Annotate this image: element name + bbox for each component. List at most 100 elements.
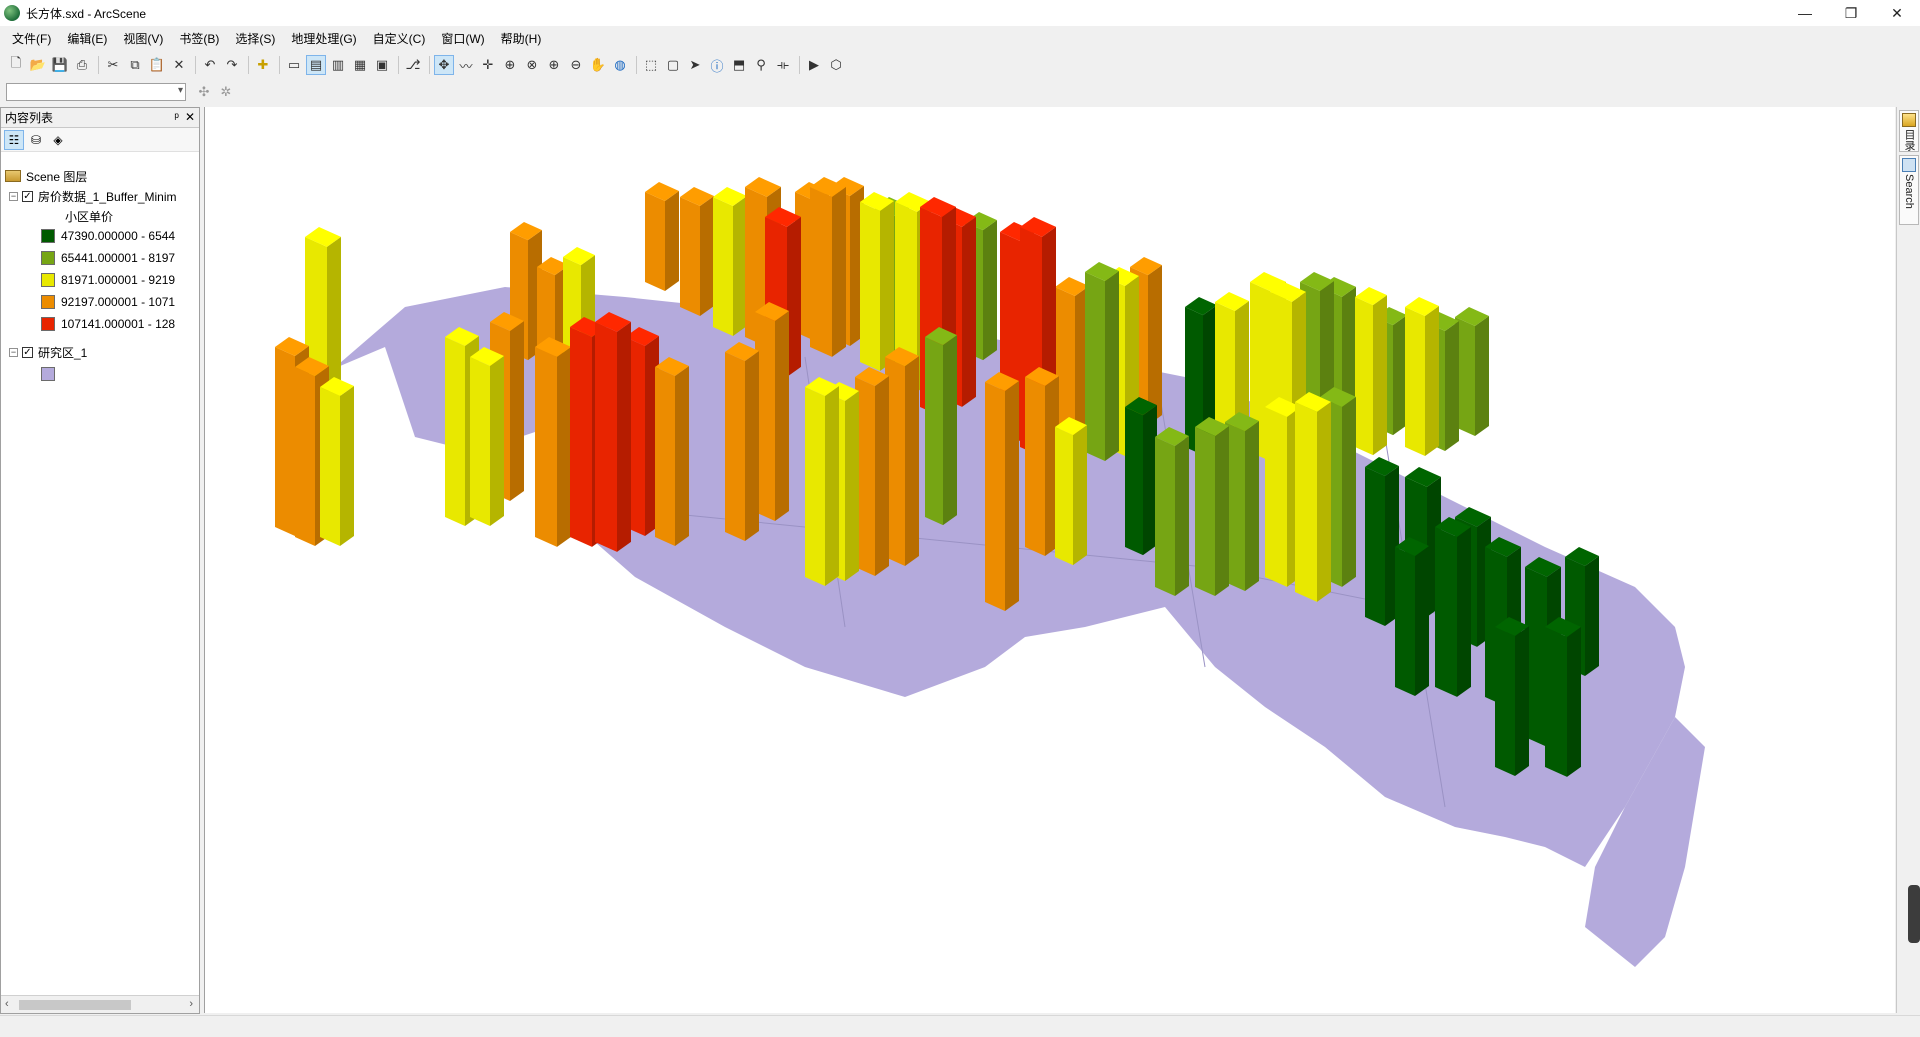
layer1-row[interactable]: − ✓ 房价数据_1_Buffer_Minim bbox=[9, 186, 205, 206]
redo-icon[interactable]: ↷ bbox=[222, 55, 242, 75]
close-icon[interactable]: ✕ bbox=[185, 110, 195, 124]
fly-icon[interactable]: 〰 bbox=[456, 55, 476, 75]
toc-horizontal-scrollbar[interactable]: ‹ › bbox=[1, 995, 199, 1013]
pin-icon[interactable]: ᵖ bbox=[174, 110, 179, 124]
price-prism-front bbox=[645, 192, 665, 291]
save-icon[interactable]: 💾 bbox=[50, 55, 70, 75]
toolbar-separator bbox=[636, 56, 637, 74]
layer2-checkbox[interactable]: ✓ bbox=[22, 346, 33, 358]
legend-class-label: 107141.000001 - 128 bbox=[61, 317, 176, 331]
pan-icon[interactable]: ✋ bbox=[588, 55, 608, 75]
full-extent-icon[interactable]: ◍ bbox=[610, 55, 630, 75]
model-builder-icon[interactable]: ⎇ bbox=[403, 55, 423, 75]
menu-edit[interactable]: 编辑(E) bbox=[59, 28, 115, 49]
navigate-icon[interactable]: ✥ bbox=[434, 55, 454, 75]
identify-icon[interactable]: ⓘ bbox=[707, 55, 727, 75]
price-prism-front bbox=[1085, 272, 1105, 461]
paste-icon[interactable]: 📋 bbox=[147, 55, 167, 75]
scroll-handle[interactable] bbox=[1908, 885, 1920, 943]
add-data-icon[interactable]: ✚ bbox=[253, 55, 273, 75]
price-prism-front bbox=[295, 367, 315, 546]
menu-file[interactable]: 文件(F) bbox=[4, 28, 59, 49]
menu-windows[interactable]: 窗口(W) bbox=[433, 28, 492, 49]
list-by-drawing-order-icon[interactable]: ☷ bbox=[4, 129, 24, 150]
new-document-icon[interactable]: 🗋 bbox=[6, 55, 26, 75]
scroll-thumb[interactable] bbox=[19, 1000, 131, 1010]
price-prism-front bbox=[1435, 527, 1457, 697]
set-observer-icon[interactable]: ⊗ bbox=[522, 55, 542, 75]
measure-icon[interactable]: ⟛ bbox=[773, 55, 793, 75]
lighting-icon[interactable]: ✲ bbox=[216, 82, 236, 102]
3d-effects-toolbar: ✣ ✲ bbox=[0, 80, 260, 104]
price-prism-side bbox=[1475, 316, 1489, 436]
search-tab[interactable]: Search bbox=[1899, 155, 1919, 225]
legend-swatch[interactable] bbox=[41, 251, 55, 265]
legend-swatch[interactable] bbox=[41, 317, 55, 331]
layer1-checkbox[interactable]: ✓ bbox=[22, 190, 33, 202]
layer2-polygon-swatch[interactable] bbox=[41, 367, 55, 381]
standard-toolbar: 🗋 📂 💾 ⎙ ✂ ⧉ 📋 ✕ ↶ ↷ ✚ ▭ ▤ ▥ ▦ ▣ ⎇ ✥ 〰 ✛ ⊕ ⊗ ⊕ ⊖ ✋ ◍ ⬚ ▢ ➤ ⓘ ⬒ ⚲ ⟛ ▶ ⬡ bbox=[0, 52, 1920, 78]
menu-bookmarks[interactable]: 书签(B) bbox=[171, 28, 227, 49]
target-center-icon[interactable]: ✛ bbox=[478, 55, 498, 75]
price-prism-side bbox=[1567, 626, 1581, 777]
menu-geoprocessing[interactable]: 地理处理(G) bbox=[283, 28, 364, 49]
zoom-to-target-icon[interactable]: ⊕ bbox=[500, 55, 520, 75]
undo-icon[interactable]: ↶ bbox=[200, 55, 220, 75]
layer-effects-icon[interactable]: ✣ bbox=[194, 82, 214, 102]
toc-window-icon[interactable]: ▤ bbox=[306, 55, 326, 75]
restore-button[interactable]: ❐ bbox=[1828, 0, 1874, 26]
3d-effects-icon[interactable]: ⬡ bbox=[826, 55, 846, 75]
open-folder-icon[interactable]: 📂 bbox=[28, 55, 48, 75]
list-by-source-icon[interactable]: ⛁ bbox=[26, 130, 46, 150]
price-prism-front bbox=[925, 337, 943, 526]
menu-help[interactable]: 帮助(H) bbox=[493, 28, 550, 49]
price-prism-front bbox=[985, 382, 1005, 611]
toc-toolbar: ☷ ⛁ ◈ bbox=[1, 128, 199, 152]
animation-icon[interactable]: ▶ bbox=[804, 55, 824, 75]
minimize-button[interactable]: — bbox=[1782, 0, 1828, 26]
layer-select-dropdown[interactable] bbox=[6, 83, 186, 101]
legend-swatch[interactable] bbox=[41, 229, 55, 243]
price-prism-side bbox=[775, 311, 789, 521]
layer2-row[interactable]: − ✓ 研究区_1 bbox=[9, 342, 205, 362]
price-prism-side bbox=[1105, 271, 1119, 461]
menu-selection[interactable]: 选择(S) bbox=[227, 28, 283, 49]
price-prism-front bbox=[1195, 427, 1215, 596]
menu-view[interactable]: 视图(V) bbox=[115, 28, 171, 49]
zoom-out-icon[interactable]: ⊖ bbox=[566, 55, 586, 75]
collapse-icon[interactable]: − bbox=[9, 191, 18, 201]
catalog-window-icon[interactable]: ▥ bbox=[328, 55, 348, 75]
price-prism-side bbox=[787, 216, 801, 377]
legend-swatch[interactable] bbox=[41, 295, 55, 309]
menu-customize[interactable]: 自定义(C) bbox=[365, 28, 434, 49]
clear-selection-icon[interactable]: ▢ bbox=[663, 55, 683, 75]
3d-scene-canvas[interactable] bbox=[205, 107, 1895, 1013]
price-prism-side bbox=[1515, 626, 1529, 776]
print-icon[interactable]: ⎙ bbox=[72, 55, 92, 75]
scene-properties-icon[interactable]: ▭ bbox=[284, 55, 304, 75]
scene-view[interactable] bbox=[204, 107, 1895, 1013]
price-prism-side bbox=[875, 376, 889, 576]
cut-icon[interactable]: ✂ bbox=[103, 55, 123, 75]
copy-icon[interactable]: ⧉ bbox=[125, 55, 145, 75]
find-icon[interactable]: ⚲ bbox=[751, 55, 771, 75]
scene-layers-row[interactable]: Scene 图层 bbox=[5, 166, 201, 186]
collapse-icon[interactable]: − bbox=[9, 347, 18, 357]
python-window-icon[interactable]: ▣ bbox=[372, 55, 392, 75]
list-by-visibility-icon[interactable]: ◈ bbox=[48, 130, 68, 150]
select-elements-icon[interactable]: ➤ bbox=[685, 55, 705, 75]
scroll-right-icon[interactable]: › bbox=[189, 998, 193, 1010]
price-prism-front bbox=[595, 322, 617, 552]
price-prism-side bbox=[700, 196, 714, 316]
close-button[interactable]: ✕ bbox=[1874, 0, 1920, 26]
price-prism-front bbox=[1125, 407, 1143, 556]
legend-swatch[interactable] bbox=[41, 273, 55, 287]
catalog-tab[interactable]: 目录 bbox=[1899, 110, 1919, 152]
html-popup-icon[interactable]: ⬒ bbox=[729, 55, 749, 75]
zoom-in-icon[interactable]: ⊕ bbox=[544, 55, 564, 75]
delete-icon[interactable]: ✕ bbox=[169, 55, 189, 75]
select-features-icon[interactable]: ⬚ bbox=[641, 55, 661, 75]
scroll-left-icon[interactable]: ‹ bbox=[5, 998, 9, 1010]
price-prism-front bbox=[1265, 407, 1287, 587]
arctoolbox-icon[interactable]: ▦ bbox=[350, 55, 370, 75]
